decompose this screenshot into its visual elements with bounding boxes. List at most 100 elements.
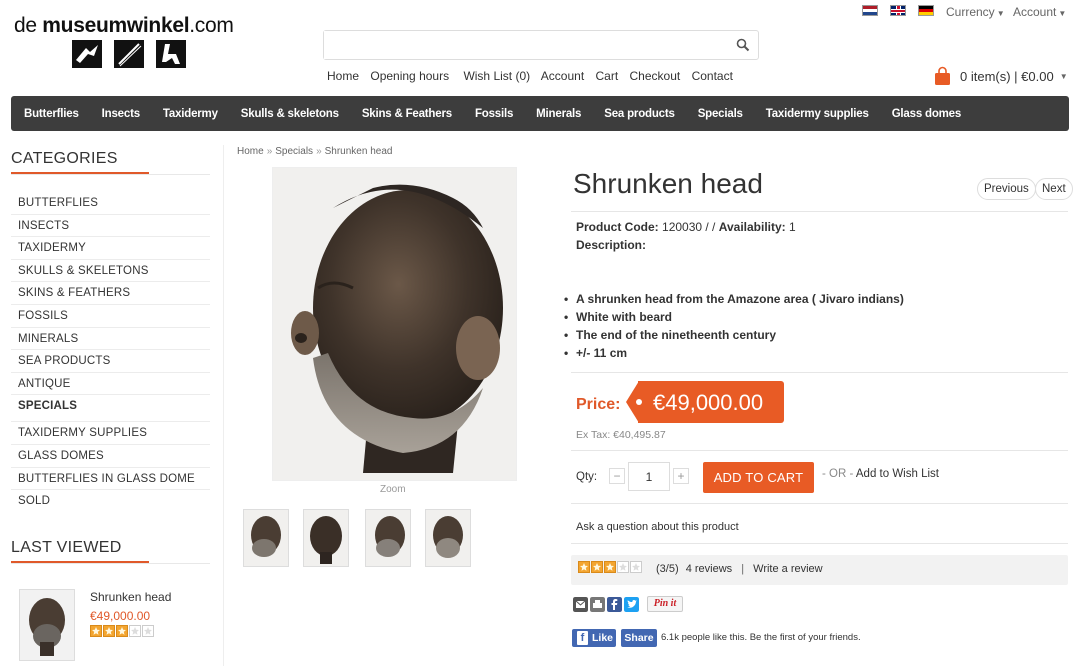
link-contact[interactable]: Contact (692, 69, 733, 83)
shrunken-head-image (273, 168, 516, 480)
sidebar-item-taxidermy[interactable]: TAXIDERMY (11, 237, 210, 260)
sidebar-item-skins-feathers[interactable]: SKINS & FEATHERS (11, 282, 210, 305)
language-flags (862, 5, 934, 16)
write-review-link[interactable]: Write a review (753, 563, 822, 575)
site-logo[interactable]: de museumwinkel.com (14, 14, 234, 38)
next-button[interactable]: Next (1035, 178, 1073, 200)
product-title: Shrunken head (573, 168, 763, 199)
nav-butterflies[interactable]: Butterflies (24, 108, 79, 120)
shrunken-head-image (244, 510, 288, 566)
nav-taxidermy[interactable]: Taxidermy (163, 108, 218, 120)
product-thumbnail[interactable] (303, 509, 349, 567)
cart-summary[interactable]: 0 item(s) | €0.00 ▼ (934, 66, 1068, 86)
chevron-down-icon: ▼ (1059, 71, 1068, 81)
twitter-icon[interactable] (624, 596, 639, 612)
link-checkout[interactable]: Checkout (630, 69, 681, 83)
sidebar-item-butterflies-in-glass-dome[interactable]: BUTTERFLIES IN GLASS DOME (11, 468, 210, 491)
description-label: Description: (576, 238, 647, 252)
qty-increase-button[interactable]: + (673, 468, 689, 484)
flag-de-icon[interactable] (918, 5, 934, 16)
reviews-link[interactable]: 4 reviews (686, 563, 732, 575)
link-account[interactable]: Account (541, 69, 584, 83)
product-main-image[interactable] (272, 167, 517, 481)
flag-en-icon[interactable] (890, 5, 906, 16)
sidebar-item-specials[interactable]: SPECIALS (11, 395, 210, 423)
nav-glass-domes[interactable]: Glass domes (892, 108, 962, 120)
availability-label: Availability: (718, 220, 786, 234)
nav-skins-feathers[interactable]: Skins & Feathers (362, 108, 452, 120)
shrunken-head-image (20, 590, 74, 660)
ask-question-link[interactable]: Ask a question about this product (576, 521, 739, 533)
top-links: Home Opening hours Wish List (0) Account… (327, 69, 741, 83)
star-empty-icon (617, 561, 629, 573)
last-viewed-name[interactable]: Shrunken head (90, 590, 171, 604)
product-thumbnail[interactable] (425, 509, 471, 567)
search-box (323, 30, 759, 60)
sidebar-item-taxidermy-supplies[interactable]: TAXIDERMY SUPPLIES (11, 422, 210, 445)
link-wish-list[interactable]: Wish List (0) (463, 69, 530, 83)
sidebar-item-minerals[interactable]: MINERALS (11, 328, 210, 351)
breadcrumb-home[interactable]: Home (237, 146, 264, 157)
price-label: Price: (576, 396, 621, 413)
flag-nl-icon[interactable] (862, 5, 878, 16)
logo-emblems[interactable] (72, 40, 186, 68)
link-cart[interactable]: Cart (596, 69, 619, 83)
chevron-down-icon: ▼ (996, 9, 1005, 18)
nav-minerals[interactable]: Minerals (536, 108, 581, 120)
product-thumbnail[interactable] (365, 509, 411, 567)
add-to-wishlist-link[interactable]: Add to Wish List (856, 468, 939, 480)
zoom-label[interactable]: Zoom (380, 484, 406, 495)
cart-divider (571, 503, 1068, 504)
price-tag: €49,000.00 (626, 381, 784, 423)
nav-skulls-skeletons[interactable]: Skulls & skeletons (241, 108, 339, 120)
print-icon[interactable] (590, 596, 605, 612)
breadcrumb-specials[interactable]: Specials (275, 146, 313, 157)
shrunken-head-image (366, 510, 410, 566)
facebook-like-label: Like (592, 632, 614, 644)
product-meta: Product Code: 120030 / / Availability: 1… (576, 218, 796, 254)
pin-it-button[interactable]: Pin it (647, 596, 683, 612)
logo-suffix: .com (189, 14, 234, 37)
category-list: BUTTERFLIES INSECTS TAXIDERMY SKULLS & S… (11, 192, 210, 513)
facebook-like-button[interactable]: f Like (572, 629, 616, 647)
product-thumbnail[interactable] (243, 509, 289, 567)
list-item: +/- 11 cm (564, 344, 904, 362)
link-home[interactable]: Home (327, 69, 359, 83)
nav-fossils[interactable]: Fossils (475, 108, 513, 120)
currency-menu[interactable]: Currency ▼ (946, 5, 1005, 19)
search-icon[interactable] (736, 38, 750, 52)
categories-title: CATEGORIES (11, 150, 118, 167)
qty-input[interactable] (628, 462, 670, 491)
account-menu[interactable]: Account ▼ (1013, 5, 1066, 19)
last-viewed-thumbnail[interactable] (19, 589, 75, 661)
breadcrumb-current[interactable]: Shrunken head (325, 146, 393, 157)
nav-taxidermy-supplies[interactable]: Taxidermy supplies (766, 108, 869, 120)
logo-prefix: de (14, 14, 43, 37)
star-filled-icon (116, 625, 128, 637)
add-to-cart-button[interactable]: ADD TO CART (703, 462, 814, 493)
nav-sea-products[interactable]: Sea products (604, 108, 675, 120)
sidebar-item-butterflies[interactable]: BUTTERFLIES (11, 192, 210, 215)
main-nav: Butterflies Insects Taxidermy Skulls & s… (11, 96, 1069, 131)
nav-specials[interactable]: Specials (698, 108, 743, 120)
star-filled-icon (591, 561, 603, 573)
sidebar-item-glass-domes[interactable]: GLASS DOMES (11, 445, 210, 468)
search-input[interactable] (324, 31, 724, 59)
facebook-share-button[interactable]: Share (621, 629, 657, 647)
currency-label: Currency (946, 5, 995, 19)
email-icon[interactable] (573, 596, 588, 612)
sidebar-item-antique[interactable]: ANTIQUE (11, 373, 210, 396)
previous-button[interactable]: Previous (977, 178, 1036, 200)
facebook-icon[interactable] (607, 596, 622, 612)
qty-decrease-button[interactable]: − (609, 468, 625, 484)
sidebar-item-skulls-skeletons[interactable]: SKULLS & SKELETONS (11, 260, 210, 283)
thumbnail-strip (243, 509, 471, 567)
star-filled-icon (578, 561, 590, 573)
sidebar-item-sea-products[interactable]: SEA PRODUCTS (11, 350, 210, 373)
sidebar-item-insects[interactable]: INSECTS (11, 215, 210, 238)
sidebar-item-sold[interactable]: SOLD (11, 490, 210, 513)
sidebar-item-fossils[interactable]: FOSSILS (11, 305, 210, 328)
link-opening-hours[interactable]: Opening hours (370, 69, 449, 83)
nav-insects[interactable]: Insects (102, 108, 140, 120)
shrunken-head-image (426, 510, 470, 566)
